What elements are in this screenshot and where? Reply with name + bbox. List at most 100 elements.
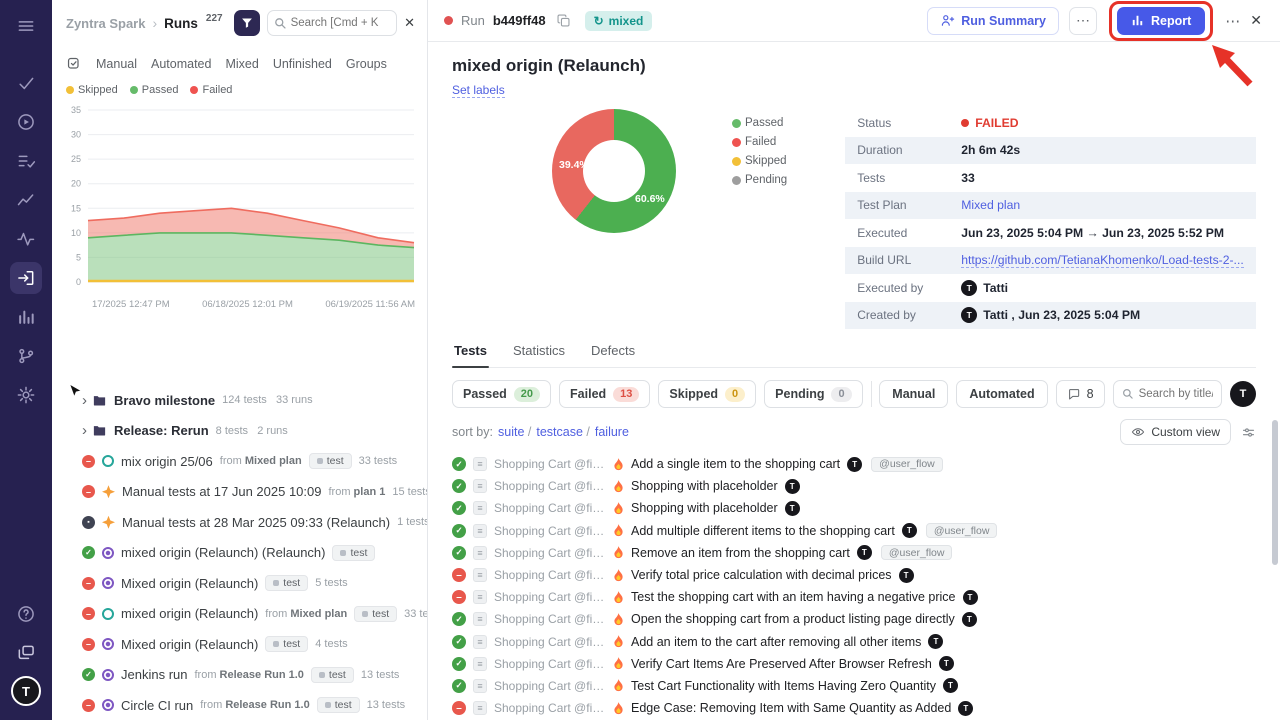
play-circle-icon[interactable] bbox=[10, 106, 42, 138]
run-list-item[interactable]: › Jenkins run from Release Run 1.0 test … bbox=[52, 660, 427, 691]
runs-tab[interactable]: Automated bbox=[151, 57, 211, 71]
test-row[interactable]: Shopping Cart @firs... Edge Case: Removi… bbox=[452, 697, 1256, 719]
close-run-button[interactable]: ✕ bbox=[1250, 12, 1262, 29]
status-filter-button[interactable]: Pending 0 bbox=[764, 380, 862, 408]
assignee-avatar[interactable]: T bbox=[785, 501, 800, 516]
test-suite[interactable]: Shopping Cart @firs... bbox=[494, 612, 606, 626]
test-title[interactable]: Add multiple different items to the shop… bbox=[631, 524, 895, 538]
breadcrumb-page[interactable]: Runs bbox=[164, 16, 198, 31]
assignee-filter-avatar[interactable]: T bbox=[1230, 381, 1256, 407]
select-runs-icon[interactable] bbox=[66, 56, 82, 72]
task-list-icon[interactable] bbox=[10, 145, 42, 177]
plan-link[interactable]: Mixed plan bbox=[290, 608, 347, 620]
copy-run-id-button[interactable] bbox=[554, 11, 573, 30]
test-search-box[interactable] bbox=[1113, 380, 1222, 408]
runs-tab[interactable]: Mixed bbox=[225, 57, 258, 71]
detail-tab[interactable]: Tests bbox=[452, 343, 489, 367]
trend-icon[interactable] bbox=[10, 184, 42, 216]
status-filter-button[interactable]: Skipped 0 bbox=[658, 380, 756, 408]
test-suite[interactable]: Shopping Cart @firs... bbox=[494, 568, 606, 582]
test-row[interactable]: Shopping Cart @firs... Shopping with pla… bbox=[452, 497, 1256, 519]
assignee-avatar[interactable]: T bbox=[943, 678, 958, 693]
breadcrumb-project[interactable]: Zyntra Spark bbox=[66, 16, 145, 31]
test-suite[interactable]: Shopping Cart @firs... bbox=[494, 479, 606, 493]
test-title[interactable]: Remove an item from the shopping cart bbox=[631, 546, 850, 560]
check-icon[interactable] bbox=[10, 67, 42, 99]
test-title[interactable]: Verify total price calculation with deci… bbox=[631, 568, 892, 582]
plan-link[interactable]: Release Run 1.0 bbox=[220, 669, 304, 681]
sort-option-link[interactable]: failure bbox=[595, 425, 629, 439]
test-suite[interactable]: Shopping Cart @firs... bbox=[494, 679, 606, 693]
folders-icon[interactable] bbox=[10, 637, 42, 669]
assignee-avatar[interactable]: T bbox=[847, 457, 862, 472]
run-list-item[interactable]: › Mixed origin (Relaunch) test 4 tests bbox=[52, 629, 427, 660]
gear-icon[interactable] bbox=[10, 379, 42, 411]
report-button[interactable]: Report bbox=[1117, 7, 1205, 35]
assignee-avatar[interactable]: T bbox=[928, 634, 943, 649]
runs-sign-in-icon[interactable] bbox=[10, 262, 42, 294]
test-row[interactable]: Shopping Cart @firs... Shopping with pla… bbox=[452, 475, 1256, 497]
plan-link[interactable]: Mixed plan bbox=[245, 455, 302, 467]
filter-runs-button[interactable] bbox=[234, 10, 260, 36]
test-title[interactable]: Verify Cart Items Are Preserved After Br… bbox=[631, 657, 932, 671]
run-list-item[interactable]: › Bravo milestone 124 tests 33 runs bbox=[52, 385, 427, 416]
test-row[interactable]: Shopping Cart @firs... Remove an item fr… bbox=[452, 542, 1256, 564]
custom-view-button[interactable]: Custom view bbox=[1120, 419, 1231, 445]
test-suite[interactable]: Shopping Cart @firs... bbox=[494, 524, 606, 538]
set-labels-link[interactable]: Set labels bbox=[452, 83, 505, 98]
plan-link[interactable]: Release Run 1.0 bbox=[225, 699, 309, 711]
close-panel-button[interactable]: ✕ bbox=[404, 15, 415, 31]
test-title[interactable]: Test Cart Functionality with Items Havin… bbox=[631, 679, 936, 693]
sort-option-link[interactable]: testcase bbox=[536, 425, 590, 439]
test-tag[interactable]: @user_flow bbox=[871, 457, 943, 472]
runs-tab[interactable]: Manual bbox=[96, 57, 137, 71]
type-filter-button[interactable]: Manual bbox=[879, 380, 948, 408]
run-list-item[interactable]: › mixed origin (Relaunch) (Relaunch) tes… bbox=[52, 538, 427, 569]
sort-option-link[interactable]: suite bbox=[498, 425, 531, 439]
test-row[interactable]: Shopping Cart @firs... Test the shopping… bbox=[452, 586, 1256, 608]
run-list-item[interactable]: › mixed origin (Relaunch) from Mixed pla… bbox=[52, 599, 427, 630]
test-search-input[interactable] bbox=[1139, 388, 1213, 400]
type-filter-button[interactable]: Automated bbox=[956, 380, 1047, 408]
chevron-right-icon[interactable]: › bbox=[82, 422, 87, 439]
run-more-button[interactable]: ⋯ bbox=[1225, 12, 1240, 30]
run-summary-button[interactable]: Run Summary bbox=[927, 7, 1059, 35]
runs-search-box[interactable] bbox=[267, 10, 398, 36]
test-title[interactable]: Edge Case: Removing Item with Same Quant… bbox=[631, 701, 951, 715]
run-list-item[interactable]: › Mixed origin (Relaunch) test 5 tests bbox=[52, 568, 427, 599]
runs-tab[interactable]: Unfinished bbox=[273, 57, 332, 71]
plan-link[interactable]: Mixed plan bbox=[961, 198, 1020, 212]
test-title[interactable]: Add a single item to the shopping cart bbox=[631, 457, 840, 471]
build-url-link[interactable]: https://github.com/TetianaKhomenko/Load-… bbox=[961, 253, 1244, 268]
test-title[interactable]: Shopping with placeholder bbox=[631, 501, 778, 515]
run-list-item[interactable]: › mix origin 25/06 from Mixed plan test … bbox=[52, 446, 427, 477]
run-list-item[interactable]: › Circle CI run from Release Run 1.0 tes… bbox=[52, 690, 427, 720]
branch-icon[interactable] bbox=[10, 340, 42, 372]
help-icon[interactable] bbox=[10, 598, 42, 630]
test-suite[interactable]: Shopping Cart @firs... bbox=[494, 701, 606, 715]
assignee-avatar[interactable]: T bbox=[962, 612, 977, 627]
test-title[interactable]: Add an item to the cart after removing a… bbox=[631, 635, 921, 649]
detail-tab[interactable]: Statistics bbox=[511, 343, 567, 367]
test-row[interactable]: Shopping Cart @firs... Add an item to th… bbox=[452, 631, 1256, 653]
test-tag[interactable]: @user_flow bbox=[926, 523, 998, 538]
assignee-avatar[interactable]: T bbox=[902, 523, 917, 538]
run-list-item[interactable]: › Manual tests at 17 Jun 2025 10:09 from… bbox=[52, 477, 427, 508]
bar-chart-icon[interactable] bbox=[10, 301, 42, 333]
test-row[interactable]: Shopping Cart @firs... Test Cart Functio… bbox=[452, 675, 1256, 697]
test-row[interactable]: Shopping Cart @firs... Verify total pric… bbox=[452, 564, 1256, 586]
test-title[interactable]: Open the shopping cart from a product li… bbox=[631, 612, 955, 626]
comments-filter-button[interactable]: 8 bbox=[1056, 380, 1105, 408]
test-tag[interactable]: @user_flow bbox=[881, 545, 953, 560]
assignee-avatar[interactable]: T bbox=[899, 568, 914, 583]
assignee-avatar[interactable]: T bbox=[963, 590, 978, 605]
test-row[interactable]: Shopping Cart @firs... Add multiple diff… bbox=[452, 520, 1256, 542]
user-avatar[interactable]: T bbox=[11, 676, 41, 706]
run-list-item[interactable]: › Manual tests at 28 Mar 2025 09:33 (Rel… bbox=[52, 507, 427, 538]
test-title[interactable]: Shopping with placeholder bbox=[631, 479, 778, 493]
view-settings-icon[interactable] bbox=[1241, 425, 1256, 440]
status-filter-button[interactable]: Passed 20 bbox=[452, 380, 551, 408]
assignee-avatar[interactable]: T bbox=[857, 545, 872, 560]
run-list-item[interactable]: › Release: Rerun 8 tests 2 runs bbox=[52, 416, 427, 447]
test-row[interactable]: Shopping Cart @firs... Verify Cart Items… bbox=[452, 653, 1256, 675]
